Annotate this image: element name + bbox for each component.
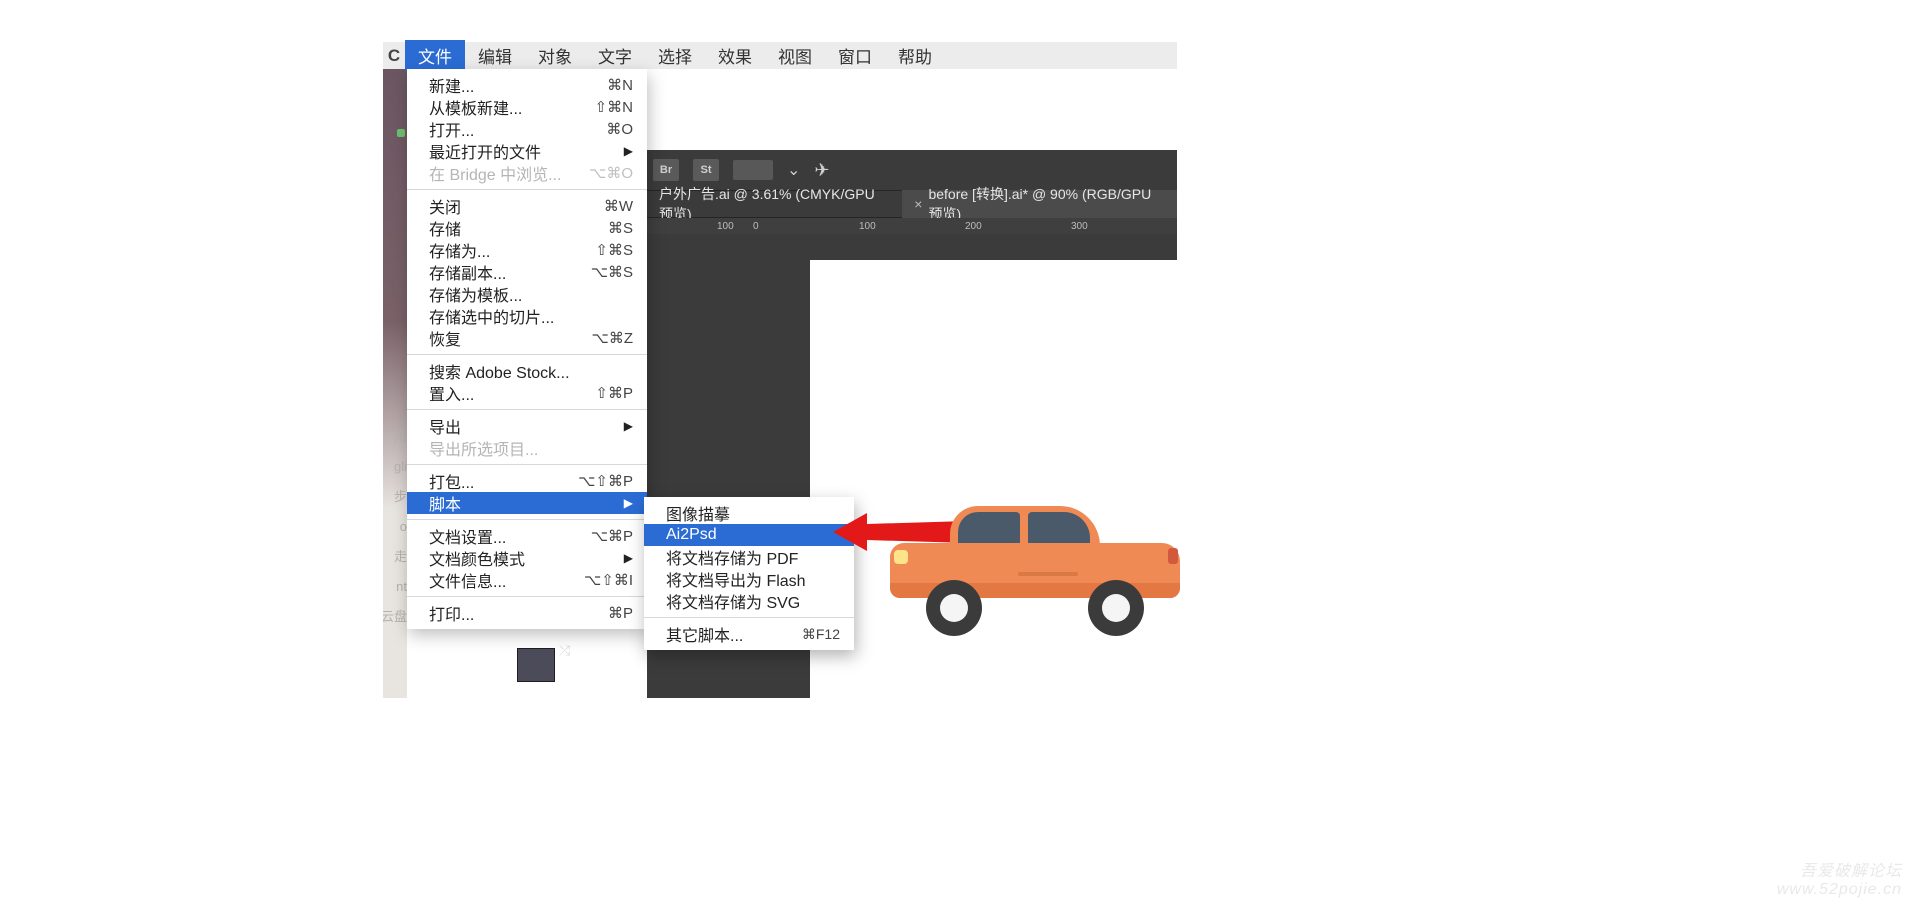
script-image-trace[interactable]: 图像描摹	[644, 502, 854, 524]
bridge-icon[interactable]: Br	[653, 159, 679, 181]
file-package[interactable]: 打包...⌥⇧⌘P	[407, 470, 647, 492]
document-tab-2[interactable]: × before [转换].ai* @ 90% (RGB/GPU 预览)	[902, 190, 1177, 218]
file-search-stock[interactable]: 搜索 Adobe Stock...	[407, 360, 647, 382]
close-icon[interactable]: ×	[914, 196, 922, 212]
document-tab-1[interactable]: 户外广告.ai @ 3.61% (CMYK/GPU 预览)	[647, 190, 902, 218]
menu-select[interactable]: 选择	[645, 40, 705, 71]
file-save-slices[interactable]: 存储选中的切片...	[407, 305, 647, 327]
menu-file[interactable]: 文件	[405, 40, 465, 71]
submenu-arrow-icon: ▶	[624, 496, 633, 510]
script-save-pdf[interactable]: 将文档存储为 PDF	[644, 546, 854, 568]
file-open[interactable]: 打开...⌘O	[407, 118, 647, 140]
script-save-svg[interactable]: 将文档存储为 SVG	[644, 590, 854, 612]
fill-swatch[interactable]	[517, 648, 555, 682]
menu-help[interactable]: 帮助	[885, 40, 945, 71]
submenu-arrow-icon: ▶	[624, 144, 633, 158]
file-print[interactable]: 打印...⌘P	[407, 602, 647, 624]
file-revert[interactable]: 恢复⌥⌘Z	[407, 327, 647, 349]
file-save-template[interactable]: 存储为模板...	[407, 283, 647, 305]
menu-type[interactable]: 文字	[585, 40, 645, 71]
stock-icon[interactable]: St	[693, 159, 719, 181]
submenu-arrow-icon: ▶	[624, 419, 633, 433]
menu-object[interactable]: 对象	[525, 40, 585, 71]
script-other[interactable]: 其它脚本...⌘F12	[644, 623, 854, 645]
file-info[interactable]: 文件信息...⌥⇧⌘I	[407, 569, 647, 591]
horizontal-ruler: 100 0 100 200 300	[647, 218, 1177, 234]
file-save-copy[interactable]: 存储副本...⌥⌘S	[407, 261, 647, 283]
file-browse-bridge: 在 Bridge 中浏览...⌥⌘O	[407, 162, 647, 184]
menu-window[interactable]: 窗口	[825, 40, 885, 71]
color-swatch-area: ⤮	[513, 640, 593, 700]
car-illustration	[890, 488, 1180, 638]
submenu-arrow-icon: ▶	[624, 551, 633, 565]
menu-view[interactable]: 视图	[765, 40, 825, 71]
gpu-rocket-icon[interactable]: ✈	[814, 160, 829, 181]
file-scripts[interactable]: 脚本▶	[407, 492, 647, 514]
script-ai2psd[interactable]: Ai2Psd	[644, 524, 854, 546]
file-save[interactable]: 存储⌘S	[407, 217, 647, 239]
file-save-as[interactable]: 存储为...⇧⌘S	[407, 239, 647, 261]
mac-menubar: C 文件 编辑 对象 文字 选择 效果 视图 窗口 帮助	[383, 42, 1177, 69]
file-dropdown: 新建...⌘N 从模板新建...⇧⌘N 打开...⌘O 最近打开的文件▶ 在 B…	[407, 69, 647, 629]
file-export-selection: 导出所选项目...	[407, 437, 647, 459]
chevron-down-icon[interactable]: ⌄	[787, 160, 800, 180]
left-text-fragments: 用 gli 步 o 走 nt 云盘	[383, 422, 407, 632]
file-new-from-template[interactable]: 从模板新建...⇧⌘N	[407, 96, 647, 118]
script-export-flash[interactable]: 将文档导出为 Flash	[644, 568, 854, 590]
file-export[interactable]: 导出▶	[407, 415, 647, 437]
scripts-submenu: 图像描摹 Ai2Psd 将文档存储为 PDF 将文档导出为 Flash 将文档存…	[644, 497, 854, 650]
file-doc-setup[interactable]: 文档设置...⌥⌘P	[407, 525, 647, 547]
file-recent[interactable]: 最近打开的文件▶	[407, 140, 647, 162]
swap-fill-stroke-icon[interactable]: ⤮	[559, 642, 570, 659]
menu-edit[interactable]: 编辑	[465, 40, 525, 71]
app-letter: C	[383, 46, 405, 66]
file-new[interactable]: 新建...⌘N	[407, 74, 647, 96]
watermark: 吾爱破解论坛 www.52pojie.cn	[1777, 857, 1902, 899]
file-color-mode[interactable]: 文档颜色模式▶	[407, 547, 647, 569]
file-place[interactable]: 置入...⇧⌘P	[407, 382, 647, 404]
file-close[interactable]: 关闭⌘W	[407, 195, 647, 217]
menu-effect[interactable]: 效果	[705, 40, 765, 71]
panel-layout-icon[interactable]	[733, 160, 773, 180]
